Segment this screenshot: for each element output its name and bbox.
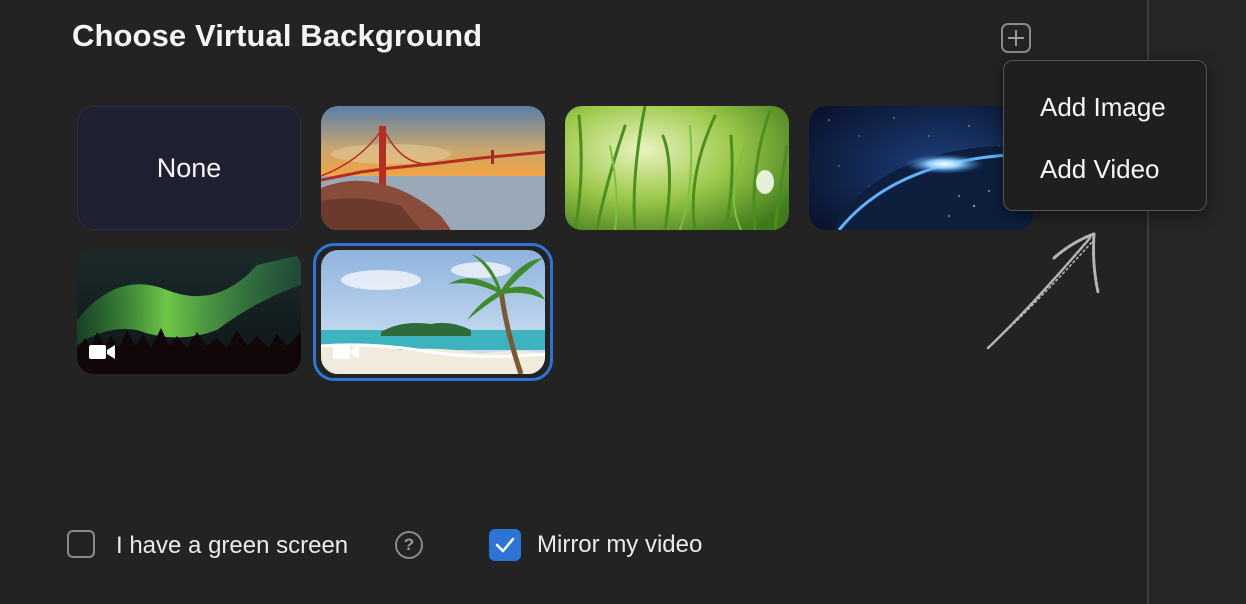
- add-background-button[interactable]: [1001, 23, 1031, 53]
- background-beach[interactable]: [321, 250, 545, 374]
- golden-gate-thumbnail: [321, 106, 545, 230]
- mirror-video-checkbox[interactable]: [489, 529, 521, 561]
- aurora-thumbnail: [77, 250, 301, 374]
- menu-item-add-video[interactable]: Add Video: [1040, 154, 1160, 185]
- green-screen-checkbox[interactable]: [67, 530, 95, 558]
- add-background-menu: Add Image Add Video: [1003, 60, 1207, 211]
- beach-thumbnail: [321, 250, 545, 374]
- mirror-video-label: Mirror my video: [537, 531, 703, 558]
- menu-item-add-image[interactable]: Add Image: [1040, 92, 1166, 123]
- hand-drawn-arrow: [986, 232, 1100, 350]
- earth-thumbnail: [809, 106, 1033, 230]
- background-aurora[interactable]: [77, 250, 301, 374]
- question-icon[interactable]: ?: [395, 531, 423, 559]
- background-earth[interactable]: [809, 106, 1033, 230]
- background-none[interactable]: None: [77, 106, 301, 230]
- background-grass[interactable]: [565, 106, 789, 230]
- page-title: Choose Virtual Background: [72, 18, 483, 53]
- plus-icon: [1008, 30, 1024, 46]
- background-golden-gate[interactable]: [321, 106, 545, 230]
- grass-thumbnail: [565, 106, 789, 230]
- checkmark-icon: [495, 537, 515, 553]
- green-screen-label: I have a green screen: [116, 532, 349, 559]
- background-none-label: None: [156, 152, 222, 183]
